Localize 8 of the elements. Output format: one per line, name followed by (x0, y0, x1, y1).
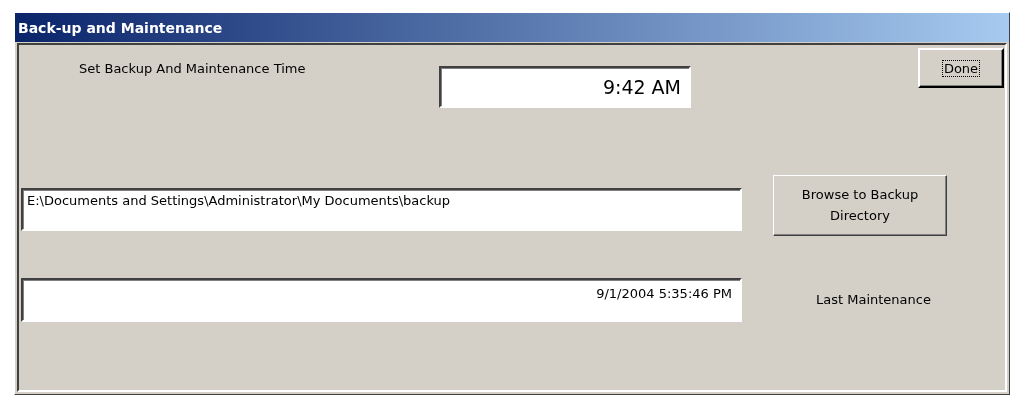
browse-button[interactable]: Browse to Backup Directory (773, 175, 947, 236)
done-button[interactable]: Done (918, 48, 1004, 88)
directory-field[interactable]: E:\Documents and Settings\Administrator\My Documents\backup (21, 188, 742, 231)
time-field[interactable]: 9:42 AM (439, 66, 691, 108)
last-maintenance-label: Last Maintenance (816, 292, 932, 307)
last-maintenance-field[interactable]: 9/1/2004 5:35:46 PM (21, 278, 742, 322)
time-label: Set Backup And Maintenance Time (79, 61, 307, 76)
window-title: Back-up and Maintenance (15, 13, 1009, 42)
